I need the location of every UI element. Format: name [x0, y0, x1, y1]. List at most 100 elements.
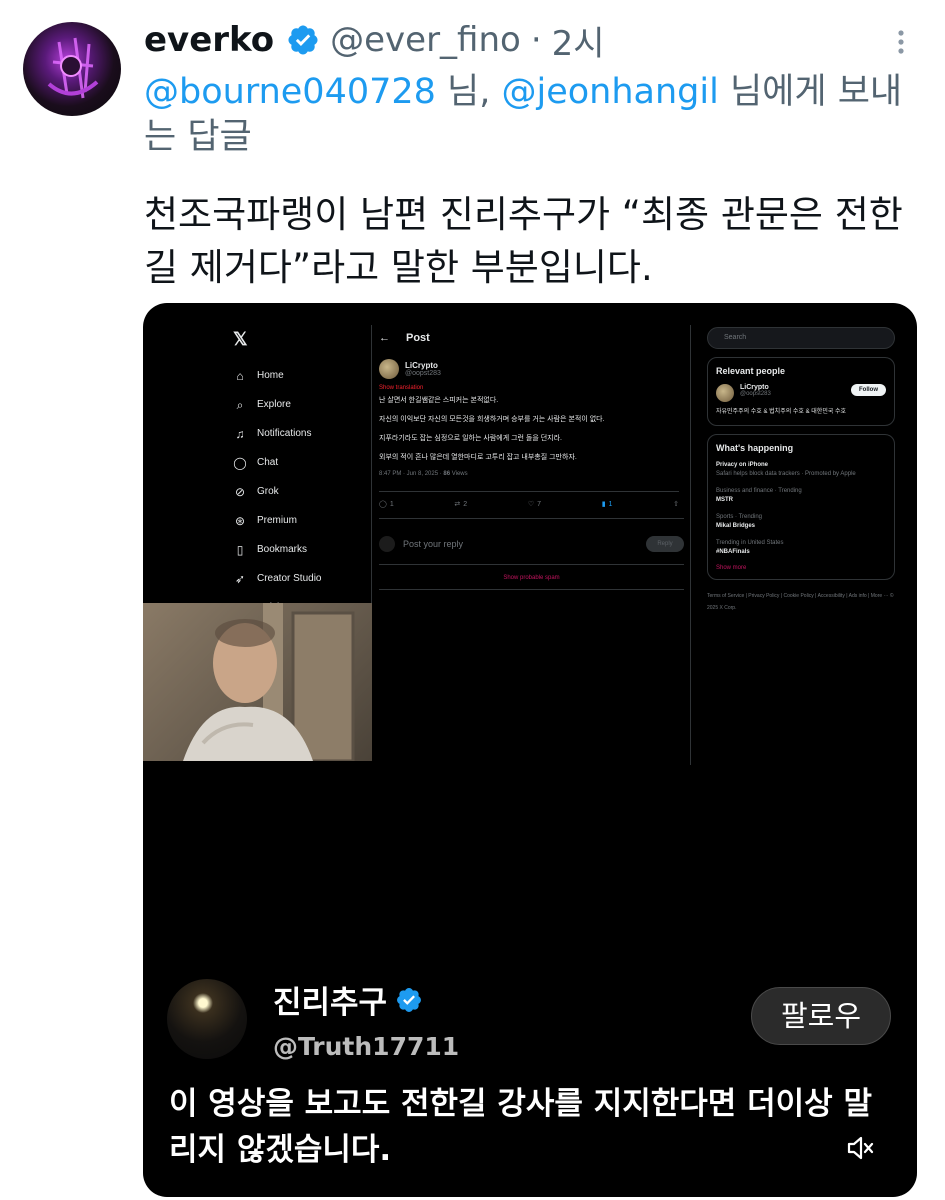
post-header: ← Post: [379, 325, 684, 351]
video-author-name[interactable]: 진리추구: [273, 977, 387, 1022]
trend-title: #NBAFinals: [716, 549, 750, 555]
more-options-icon[interactable]: [889, 28, 913, 56]
search-icon: ⌕: [236, 397, 244, 412]
post-views-label: Views: [450, 471, 468, 477]
video-media[interactable]: 𝕏 ⌂ Home ⌕ Explore ♫ Notifications ◯ Chat ⊘ Grok ⊛…: [143, 303, 917, 1197]
embedded-nav-label: Premium: [257, 515, 298, 526]
reply-icon: ◯: [379, 501, 387, 508]
trend-title: Mikal Bridges: [716, 523, 756, 529]
reply-action: ◯ 1: [379, 500, 394, 509]
bell-icon: ♫: [235, 426, 245, 441]
webcam-overlay: [143, 603, 372, 761]
embedded-post-column: ← Post LiCrypto @oopst283 Show translati…: [379, 325, 684, 590]
post-line: 난 살면서 한길쌤같은 스피커는 본적없다.: [379, 397, 499, 404]
mention-jeonhangil[interactable]: @jeonhangil: [502, 72, 719, 112]
embedded-nav-item: ➶ Creator Studio: [233, 564, 322, 593]
trend-title: MSTR: [716, 497, 733, 503]
relevant-avatar: [716, 384, 734, 402]
divider: [371, 325, 372, 615]
post-meta: 8:47 PM · Jun 8, 2025 · 86 Views: [379, 471, 684, 477]
trend-context: Trending in United States: [716, 540, 784, 546]
video-author: 진리추구 @Truth17711: [167, 977, 459, 1061]
reply-context: @bourne040728 님, @jeonhangil 님에게 보내는 답글: [144, 70, 914, 160]
reply-placeholder: Post your reply: [403, 538, 464, 549]
timestamp[interactable]: 2시: [552, 16, 605, 65]
post-line: 외부의 적이 흔나 많은데 열한마디로 고투리 잡고 내부총질 그만하자.: [379, 454, 577, 461]
post-author-name: LiCrypto: [405, 361, 438, 370]
like-count: 7: [537, 500, 542, 508]
trend-item: Privacy on iPhone Safari helps block data…: [716, 461, 886, 479]
trend-item: Trending in United States #NBAFinals: [716, 539, 886, 557]
home-icon: ⌂: [236, 368, 244, 383]
post-header-title: Post: [406, 332, 430, 344]
separator-dot: ·: [530, 20, 542, 60]
mention-bourne[interactable]: @bourne040728: [144, 72, 436, 112]
bookmark-icon: ▮: [601, 501, 606, 508]
verified-badge-icon: [397, 987, 422, 1012]
post-actions: ◯ 1 ⇄ 2 ♡ 7 ▮ 1 ⇧: [379, 491, 679, 508]
relevant-follow-button: Follow: [851, 384, 886, 396]
post-time: 8:47 PM · Jun 8, 2025 ·: [379, 471, 444, 477]
rocket-icon: ➶: [234, 571, 246, 586]
show-translation-link: Show translation: [379, 385, 424, 391]
post-author-handle: @oopst283: [405, 370, 441, 377]
author-name[interactable]: everko: [144, 20, 274, 60]
embedded-nav-label: Grok: [257, 486, 279, 497]
reply-button: Reply: [646, 535, 684, 552]
relevant-people-panel: Relevant people LiCrypto @oopst283 Follo…: [707, 357, 895, 426]
tweet-text: 천조국파랭이 남편 진리추구가 “최종 관문은 전한길 제거다”라고 말한 부분…: [144, 193, 903, 289]
relevant-title: Relevant people: [716, 366, 786, 376]
embedded-screenshot: 𝕏 ⌂ Home ⌕ Explore ♫ Notifications ◯ Chat ⊘ Grok ⊛…: [143, 303, 917, 773]
follow-button[interactable]: 팔로우: [751, 987, 891, 1045]
relevant-bio: 자유민주주의 수호 & 법치주의 수호 & 대한민국 수호: [716, 409, 847, 415]
embedded-nav-item: ⌕ Explore: [233, 390, 321, 419]
video-caption: 이 영상을 보고도 전한길 강사를 지지한다면 더이상 말리지 않겠습니다.: [169, 1086, 872, 1168]
trend-context: Sports · Trending: [716, 514, 763, 520]
mute-icon[interactable]: [845, 1133, 875, 1163]
post-line: 지푸라기라도 잡는 심정으로 일하는 사람에게 그런 돌을 던지라.: [379, 435, 562, 442]
reply-composer: Post your reply Reply: [379, 518, 684, 558]
trend-item: Business and finance · Trending MSTR: [716, 487, 886, 505]
like-action: ♡ 7: [528, 500, 542, 509]
trend-context: Business and finance · Trending: [716, 488, 802, 494]
video-author-name-row: 진리추구: [273, 977, 459, 1022]
post-author-avatar: [379, 359, 399, 379]
repost-action: ⇄ 2: [454, 500, 468, 509]
embedded-nav-label: Explore: [257, 399, 291, 410]
post-line: 자신의 이익보단 자신의 모든것을 희생하거며 승부를 거는 사람은 본적이 없…: [379, 416, 605, 423]
back-arrow-icon: ←: [379, 332, 390, 344]
embedded-nav-label: Notifications: [257, 428, 312, 439]
relevant-handle: @oopst283: [740, 391, 771, 397]
verified-badge-icon: [288, 25, 318, 55]
trend-item: Sports · Trending Mikal Bridges: [716, 513, 886, 531]
embedded-nav-item: ♫ Notifications: [233, 419, 321, 448]
premium-icon: ⊛: [234, 513, 246, 528]
relevant-name: LiCrypto: [740, 384, 769, 391]
embedded-nav-label: Bookmarks: [257, 544, 308, 555]
video-author-avatar[interactable]: [167, 979, 247, 1059]
embedded-nav-item: ◯ Chat: [233, 448, 321, 477]
grok-icon: ⊘: [234, 484, 246, 499]
video-author-handle[interactable]: @Truth17711: [273, 1032, 459, 1061]
embedded-sidebar: ⌂ Home ⌕ Explore ♫ Notifications ◯ Chat ⊘ Grok ⊛ Pr…: [233, 361, 321, 622]
chat-icon: ◯: [233, 455, 247, 470]
post-author: LiCrypto @oopst283: [379, 359, 684, 379]
bookmark-action: ▮ 1: [601, 500, 613, 509]
tweet-header: everko @ever_fino · 2시: [144, 16, 605, 65]
show-more-link: Show more: [716, 565, 747, 571]
post-text: 난 살면서 한길쌤같은 스피커는 본적없다. 자신의 이익보단 자신의 모든것을…: [379, 395, 684, 463]
author-avatar[interactable]: [23, 22, 121, 116]
happening-title: What's happening: [716, 443, 794, 453]
trend-list: Privacy on iPhone Safari helps block data…: [716, 461, 886, 557]
share-icon: ⇧: [673, 501, 679, 508]
trend-sub: Safari helps block data trackers · Promo…: [716, 471, 856, 477]
relevant-person: LiCrypto @oopst283 Follow: [716, 384, 886, 402]
embedded-nav-item: ⊛ Premium: [233, 506, 321, 535]
bookmark-icon: ▯: [236, 542, 244, 557]
embedded-search: Search: [707, 327, 895, 349]
repost-count: 2: [463, 500, 468, 508]
embedded-nav-label: Creator Studio: [257, 573, 322, 584]
reply-suffix-1: 님,: [435, 72, 502, 112]
embedded-nav-label: Home: [257, 370, 284, 381]
author-handle[interactable]: @ever_fino: [330, 20, 521, 60]
